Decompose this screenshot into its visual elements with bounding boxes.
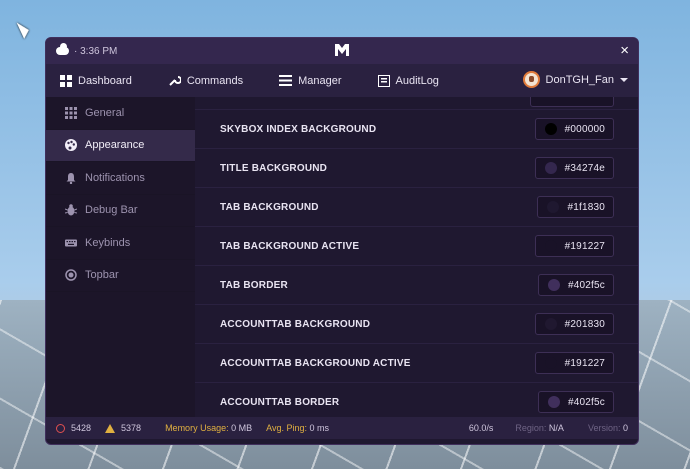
- color-picker[interactable]: #191227: [534, 235, 614, 257]
- setting-row-partial: [195, 97, 638, 110]
- sidebar-item-notifications[interactable]: Notifications: [46, 162, 195, 195]
- warning-count: 5378: [105, 423, 141, 433]
- color-swatch: [544, 162, 557, 174]
- tab-label: Dashboard: [78, 74, 132, 87]
- tab-commands[interactable]: Commands: [168, 74, 243, 87]
- app-logo-icon: [335, 44, 349, 56]
- settings-sidebar: General Appearance Notifications Debug B…: [46, 97, 195, 417]
- sidebar-item-label: General: [85, 106, 125, 119]
- palette-icon: [65, 139, 77, 152]
- memory-usage: Memory Usage: 0 MB: [165, 423, 253, 433]
- color-picker[interactable]: #201830: [534, 313, 614, 335]
- color-swatch: [544, 123, 557, 135]
- version: Version: 0: [587, 423, 628, 433]
- color-picker[interactable]: #34274e: [534, 157, 614, 179]
- color-swatch: [548, 279, 560, 291]
- sidebar-item-appearance[interactable]: Appearance: [46, 129, 195, 162]
- account-menu[interactable]: DonTGH_Fan: [522, 71, 628, 88]
- color-picker-partial[interactable]: [530, 97, 614, 107]
- admin-panel-window: · 3:36 PM × Dashboard Commands Manager A…: [45, 37, 639, 445]
- color-picker[interactable]: #1f1830: [537, 196, 614, 218]
- panel-body: General Appearance Notifications Debug B…: [46, 97, 638, 417]
- main-tabs: Dashboard Commands Manager AuditLog DonT…: [46, 64, 638, 97]
- tab-label: AuditLog: [395, 74, 439, 87]
- wrench-icon: [169, 76, 181, 86]
- sidebar-item-keybinds[interactable]: Keybinds: [46, 227, 195, 260]
- setting-label: TAB BORDER: [220, 279, 288, 291]
- chevron-down-icon: [620, 77, 628, 82]
- sidebar-item-debug-bar[interactable]: Debug Bar: [46, 195, 195, 227]
- setting-row: ACCOUNTTAB BACKGROUND #201830: [195, 305, 638, 344]
- keyboard-icon: [65, 239, 77, 247]
- color-value: #1f1830: [567, 201, 605, 213]
- appearance-settings-list: SKYBOX INDEX BACKGROUND #000000 TITLE BA…: [195, 97, 638, 417]
- tab-label: Manager: [298, 74, 342, 87]
- sidebar-item-general[interactable]: General: [46, 97, 195, 130]
- color-value: #402f5c: [568, 396, 605, 408]
- grid-dots-icon: [65, 106, 77, 119]
- color-value: #191227: [564, 357, 605, 369]
- setting-label: TAB BACKGROUND: [220, 201, 319, 213]
- setting-row: TAB BORDER #402f5c: [195, 266, 638, 305]
- sidebar-item-label: Notifications: [85, 171, 145, 184]
- region: Region: N/A: [515, 423, 564, 433]
- color-picker[interactable]: #402f5c: [538, 391, 614, 413]
- setting-label: SKYBOX INDEX BACKGROUND: [220, 123, 377, 135]
- error-count: 5428: [56, 423, 91, 433]
- error-icon: [56, 423, 65, 433]
- setting-row: ACCOUNTTAB BORDER #402f5c: [195, 383, 638, 417]
- color-swatch: [544, 357, 557, 369]
- sidebar-item-label: Appearance: [85, 139, 145, 152]
- color-picker[interactable]: #000000: [534, 118, 614, 140]
- bug-icon: [65, 204, 77, 216]
- color-swatch: [544, 240, 557, 252]
- color-value: #402f5c: [568, 279, 605, 291]
- sidebar-item-label: Debug Bar: [85, 204, 138, 217]
- avatar: [522, 71, 540, 88]
- color-swatch: [544, 318, 557, 330]
- close-button[interactable]: ×: [620, 42, 629, 59]
- tab-manager[interactable]: Manager: [279, 74, 342, 87]
- setting-label: TITLE BACKGROUND: [220, 162, 328, 174]
- setting-row: TAB BACKGROUND #1f1830: [195, 188, 638, 227]
- setting-label: TAB BACKGROUND ACTIVE: [220, 240, 360, 252]
- color-swatch: [547, 201, 560, 213]
- tab-dashboard[interactable]: Dashboard: [60, 74, 132, 87]
- cloud-icon: [56, 43, 69, 55]
- warning-icon: [105, 423, 116, 433]
- sidebar-item-label: Keybinds: [85, 236, 131, 249]
- setting-row: TAB BACKGROUND ACTIVE #191227: [195, 227, 638, 266]
- color-value: #34274e: [564, 162, 605, 174]
- setting-row: TITLE BACKGROUND #34274e: [195, 149, 638, 188]
- debug-status-bar: 5428 5378 Memory Usage: 0 MB Avg. Ping: …: [46, 417, 638, 439]
- setting-label: ACCOUNTTAB BACKGROUND: [220, 318, 371, 330]
- account-username: DonTGH_Fan: [545, 73, 614, 86]
- title-bar: · 3:36 PM ×: [46, 38, 638, 64]
- log-icon: [377, 74, 390, 87]
- setting-row: SKYBOX INDEX BACKGROUND #000000: [195, 110, 638, 149]
- setting-label: ACCOUNTTAB BORDER: [220, 396, 340, 408]
- color-picker[interactable]: #191227: [534, 352, 614, 374]
- color-value: #191227: [564, 240, 605, 252]
- avg-ping: Avg. Ping: 0 ms: [266, 423, 330, 433]
- setting-label: ACCOUNTTAB BACKGROUND ACTIVE: [220, 357, 411, 369]
- circle-icon: [65, 269, 77, 281]
- mouse-cursor-icon: [16, 19, 32, 39]
- color-swatch: [548, 396, 560, 408]
- color-value: #201830: [564, 318, 605, 330]
- list-icon: [279, 75, 293, 86]
- frame-rate: 60.0/s: [468, 423, 494, 433]
- color-value: #000000: [564, 123, 605, 135]
- color-picker[interactable]: #402f5c: [538, 274, 614, 296]
- sidebar-item-topbar[interactable]: Topbar: [46, 260, 195, 292]
- grid-icon: [60, 74, 72, 87]
- sidebar-item-label: Topbar: [85, 269, 119, 282]
- setting-row: ACCOUNTTAB BACKGROUND ACTIVE #191227: [195, 344, 638, 383]
- tab-label: Commands: [186, 74, 244, 87]
- tab-auditlog[interactable]: AuditLog: [377, 74, 439, 87]
- clock-time: · 3:36 PM: [74, 45, 118, 57]
- bell-icon: [66, 172, 76, 184]
